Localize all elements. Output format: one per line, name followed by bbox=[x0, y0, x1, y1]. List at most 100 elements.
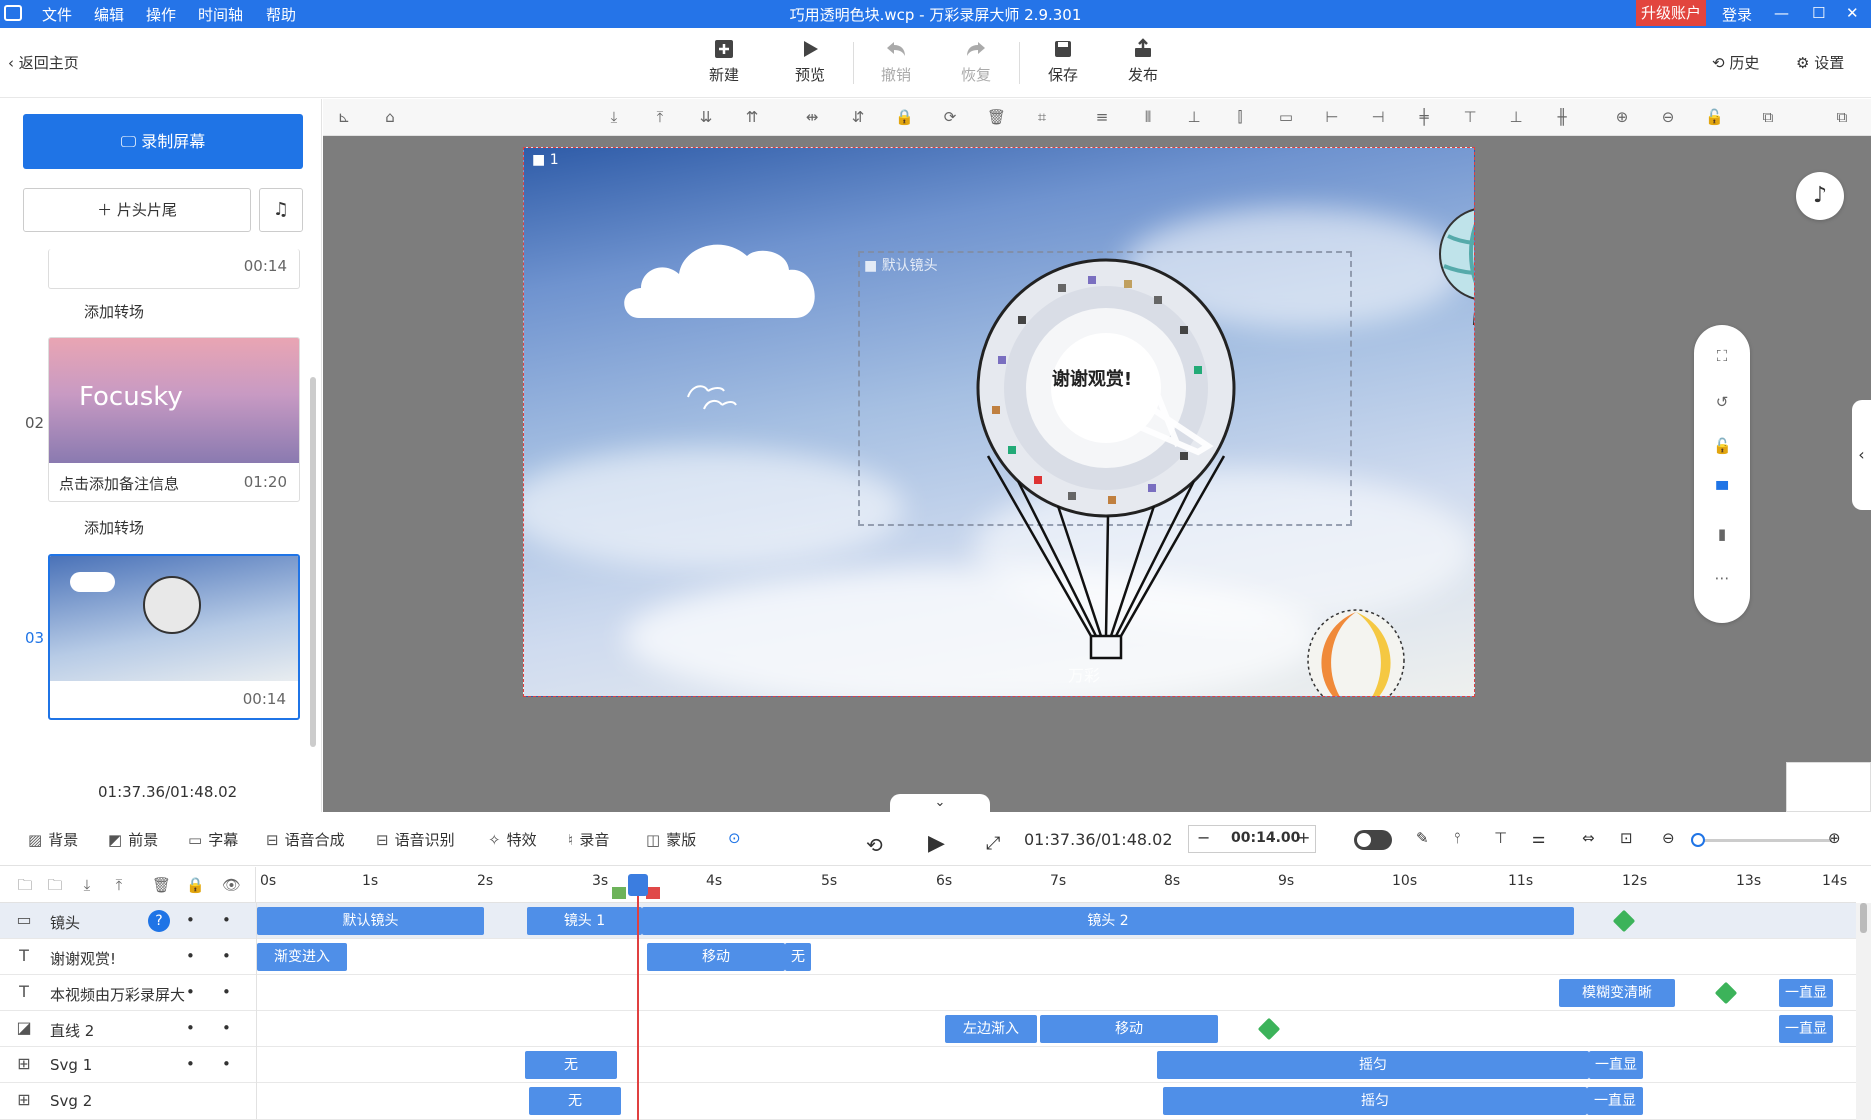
track-options-dot[interactable]: • bbox=[186, 911, 195, 929]
align-tool-icon[interactable]: ⊾ bbox=[335, 108, 353, 126]
play-button[interactable]: ▶ bbox=[928, 831, 945, 856]
track-svg[interactable]: ⊞ Svg 2 无 摇匀 一直显 bbox=[0, 1083, 1856, 1120]
timeline-clip[interactable]: 默认镜头 bbox=[257, 907, 484, 935]
minimize-icon[interactable]: — bbox=[1774, 4, 1789, 22]
track-lane[interactable]: 渐变进入 移动 无 bbox=[256, 939, 1856, 975]
timeline-clip[interactable]: 无 bbox=[529, 1087, 621, 1115]
visibility-icon[interactable]: 👁 bbox=[222, 876, 241, 894]
one-to-one-icon[interactable]: ⊡ bbox=[1620, 829, 1633, 847]
timeline-clip[interactable]: 模糊变清晰 bbox=[1559, 979, 1675, 1007]
track-options-dot[interactable]: • bbox=[186, 1055, 195, 1073]
track-svg[interactable]: ⊞ Svg 1 • • 无 摇匀 一直显 bbox=[0, 1047, 1856, 1083]
timeline-clip[interactable]: 渐变进入 bbox=[257, 943, 347, 971]
align-right-icon[interactable]: ⊣ bbox=[1369, 108, 1387, 126]
duration-stepper[interactable]: − 00:14.00 + bbox=[1188, 825, 1316, 853]
timeline-clip[interactable]: 移动 bbox=[1040, 1015, 1218, 1043]
track-options-dot[interactable]: • bbox=[186, 947, 195, 965]
thanks-text[interactable]: 谢谢观赏! bbox=[1007, 365, 1177, 391]
move-layer-up-icon[interactable]: ⤒ bbox=[110, 876, 128, 894]
delete-layer-icon[interactable]: 🗑 bbox=[152, 876, 171, 894]
range-end-marker[interactable] bbox=[646, 887, 660, 899]
help-icon[interactable]: ? bbox=[148, 910, 170, 932]
snap-toggle[interactable] bbox=[1354, 830, 1392, 850]
align-base-icon[interactable]: ⊥ bbox=[1507, 108, 1525, 126]
track-lane[interactable]: 默认镜头 镜头 1 镜头 2 bbox=[256, 903, 1856, 939]
scene-card-selected[interactable]: 00:14 bbox=[48, 554, 300, 720]
timeline-scrollbar[interactable] bbox=[1856, 903, 1871, 1120]
track-text[interactable]: T 谢谢观赏! • • 渐变进入 移动 无 bbox=[0, 939, 1856, 975]
expand-panel-button[interactable]: ‹ bbox=[1852, 400, 1871, 510]
fullscreen-icon[interactable]: ⤢ bbox=[986, 833, 1000, 854]
lock-layer-icon[interactable]: 🔒 bbox=[186, 876, 205, 894]
track-lane[interactable]: 模糊变清晰 一直显 bbox=[256, 975, 1856, 1011]
add-keyframe-icon[interactable] bbox=[1714, 981, 1738, 1005]
undo-button[interactable]: 撤销 bbox=[866, 38, 926, 85]
zoom-out-icon[interactable]: ⊖ bbox=[1659, 108, 1677, 126]
mobile-view-icon[interactable]: ▮ bbox=[1713, 525, 1731, 543]
foreground-button[interactable]: ◩ 前景 bbox=[108, 829, 158, 850]
edit-icon[interactable]: ✎ bbox=[1416, 829, 1429, 847]
login-link[interactable]: 登录 bbox=[1722, 4, 1752, 25]
orange-balloon-icon[interactable] bbox=[1304, 608, 1414, 697]
record-audio-button[interactable]: ♮ 录音 bbox=[568, 829, 609, 850]
distribute-icon[interactable]: ⫿ bbox=[1231, 108, 1249, 126]
align-middle-icon[interactable]: ⦀ bbox=[1139, 108, 1157, 126]
minimap[interactable] bbox=[1786, 762, 1871, 812]
range-start-marker[interactable] bbox=[612, 887, 626, 899]
filter-icon[interactable]: ⊤ bbox=[1494, 829, 1507, 847]
rotate-view-icon[interactable]: ↺ bbox=[1713, 393, 1731, 411]
timeline-clip[interactable]: 一直显 bbox=[1587, 1087, 1643, 1115]
playhead[interactable] bbox=[637, 882, 639, 1120]
add-note-link[interactable]: 点击添加备注信息 bbox=[59, 473, 179, 494]
cloud-icon[interactable] bbox=[619, 223, 829, 333]
timeline-clip[interactable]: 一直显 bbox=[1589, 1051, 1643, 1079]
time-ruler[interactable]: 0s 1s 2s 3s 4s 5s 6s 7s 8s 9s 10s 11s 12… bbox=[256, 867, 1856, 903]
save-button[interactable]: 保存 bbox=[1033, 38, 1093, 85]
track-lane[interactable]: 无 摇匀 一直显 bbox=[256, 1083, 1856, 1119]
track-options-dot[interactable]: • bbox=[222, 1019, 231, 1037]
redo-button[interactable]: 恢复 bbox=[946, 38, 1006, 85]
background-button[interactable]: ▨ 背景 bbox=[28, 829, 78, 850]
history-button[interactable]: ⟲ 历史 bbox=[1712, 52, 1759, 73]
copy-icon[interactable]: ⧉ bbox=[1759, 108, 1777, 126]
align-center-icon[interactable]: ≡ bbox=[1093, 108, 1111, 126]
more-icon[interactable]: ⋯ bbox=[1713, 569, 1731, 587]
zoom-in-icon[interactable]: ⊕ bbox=[1613, 108, 1631, 126]
effects-button[interactable]: ✧ 特效 bbox=[488, 829, 537, 850]
blue-balloon-icon[interactable] bbox=[1436, 206, 1475, 336]
scene-scrollbar[interactable] bbox=[310, 377, 316, 747]
timeline-clip[interactable]: 摇匀 bbox=[1157, 1051, 1589, 1079]
center-v-icon[interactable]: ╪ bbox=[1415, 108, 1433, 126]
timeline-clip[interactable]: 一直显 bbox=[1779, 979, 1833, 1007]
delete-icon[interactable]: 🗑 bbox=[987, 108, 1006, 126]
track-lane[interactable]: 左边渐入 移动 一直显 bbox=[256, 1011, 1856, 1047]
timeline-clip[interactable]: 摇匀 bbox=[1163, 1087, 1587, 1115]
zoom-slider-knob[interactable] bbox=[1691, 833, 1706, 847]
track-options-dot[interactable]: • bbox=[222, 947, 231, 965]
flip-horizontal-icon[interactable]: ⇹ bbox=[803, 108, 821, 126]
increment-button[interactable]: + bbox=[1297, 828, 1310, 847]
new-button[interactable]: 新建 bbox=[694, 38, 754, 85]
speech-recognition-button[interactable]: ⊟ 语音识别 bbox=[376, 829, 455, 850]
timeline-clip[interactable]: 一直显 bbox=[1779, 1015, 1833, 1043]
hot-air-balloon-main[interactable] bbox=[958, 256, 1258, 696]
timeline-clip[interactable]: 镜头 2 bbox=[642, 907, 1574, 935]
playhead-handle[interactable] bbox=[628, 874, 648, 896]
move-layer-down-icon[interactable]: ⤓ bbox=[78, 876, 96, 894]
zoom-out-timeline-icon[interactable]: ⊖ bbox=[1662, 829, 1675, 847]
home-icon[interactable]: ⌂ bbox=[381, 108, 399, 126]
upgrade-account-button[interactable]: 升级账户 bbox=[1636, 0, 1706, 26]
track-options-dot[interactable]: • bbox=[222, 983, 231, 1001]
more-options-icon[interactable]: ⊙ bbox=[728, 829, 741, 847]
add-transition-link[interactable]: 添加转场 bbox=[84, 301, 144, 322]
split-icon[interactable]: ⫯ bbox=[1454, 829, 1461, 847]
rotate-icon[interactable]: ⟳ bbox=[941, 108, 959, 126]
mask-button[interactable]: ◫ 蒙版 bbox=[646, 829, 696, 850]
preview-button[interactable]: 预览 bbox=[780, 38, 840, 85]
close-icon[interactable]: ✕ bbox=[1846, 4, 1859, 22]
move-top-icon[interactable]: ⤒ bbox=[651, 108, 669, 126]
track-options-dot[interactable]: • bbox=[222, 911, 231, 929]
timeline-clip[interactable]: 左边渐入 bbox=[945, 1015, 1037, 1043]
track-options-dot[interactable]: • bbox=[222, 1055, 231, 1073]
adjust-icon[interactable]: ⚌ bbox=[1532, 829, 1545, 847]
